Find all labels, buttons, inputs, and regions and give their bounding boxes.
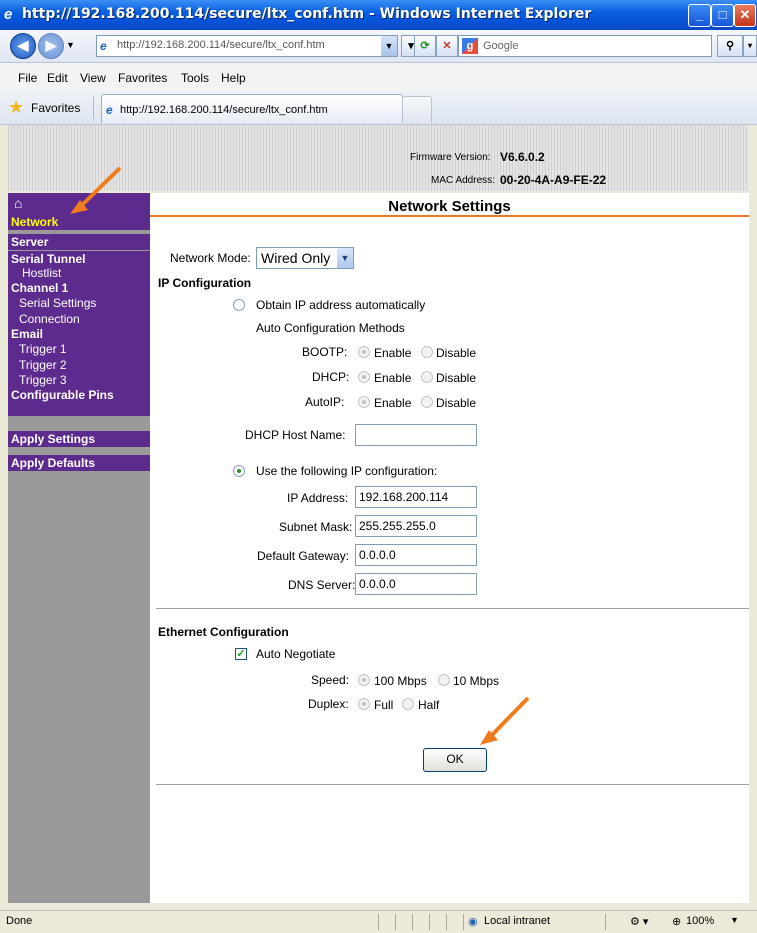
zone-label: Local intranet <box>484 915 551 927</box>
intranet-icon: ◉ <box>468 916 478 928</box>
arrow-to-network <box>70 166 122 214</box>
annotation-arrows <box>70 166 530 745</box>
status-text: Done <box>6 915 33 927</box>
status-divider <box>429 914 430 930</box>
arrow-to-ok <box>480 696 530 745</box>
zoom-level[interactable]: 100% <box>686 915 714 927</box>
status-divider <box>446 914 447 930</box>
protected-mode-icon[interactable]: ⚙ ▾ <box>630 915 648 928</box>
status-divider <box>463 914 464 930</box>
status-divider <box>378 914 379 930</box>
status-divider <box>605 914 606 930</box>
status-divider <box>412 914 413 930</box>
zoom-dropdown-icon[interactable]: ▼ <box>730 915 739 925</box>
status-bar: Done ◉ Local intranet ⚙ ▾ ⊕ 100% ▼ <box>0 910 757 933</box>
zoom-icon[interactable]: ⊕ <box>672 915 681 928</box>
status-divider <box>395 914 396 930</box>
